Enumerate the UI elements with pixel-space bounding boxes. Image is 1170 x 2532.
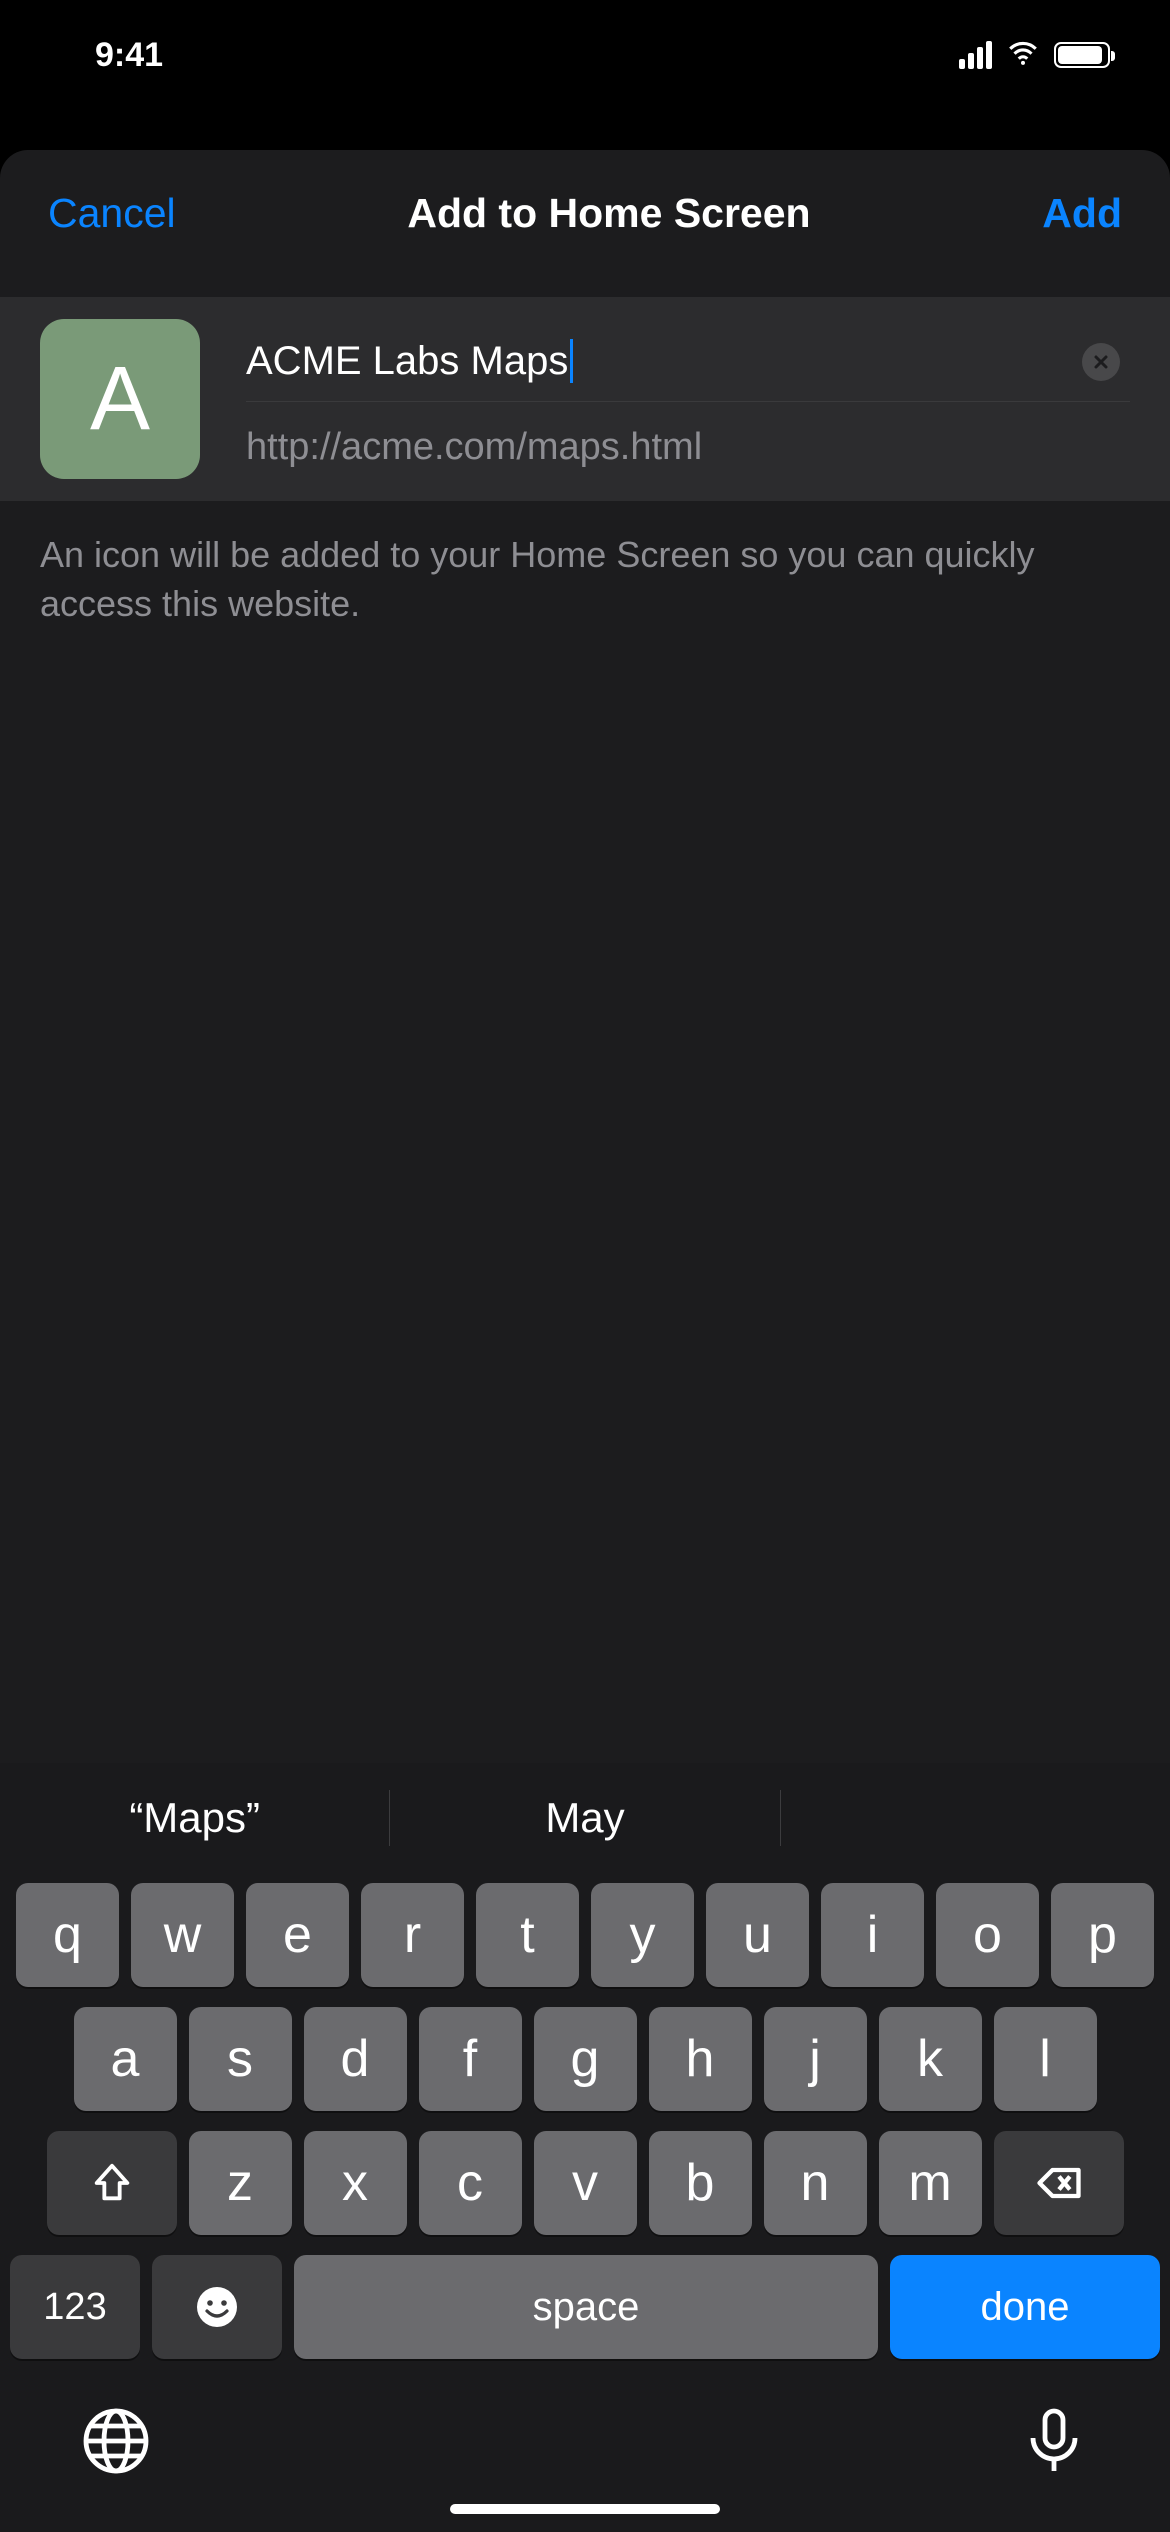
key-v[interactable]: v — [534, 2131, 637, 2235]
add-button[interactable]: Add — [1042, 190, 1122, 237]
suggestions-bar: “Maps” May — [0, 1763, 1170, 1873]
key-p[interactable]: p — [1051, 1883, 1154, 1987]
key-rows: q w e r t y u i o p a s d f g h j k l — [0, 1873, 1170, 2235]
title-input-value: ACME Labs Maps — [246, 339, 568, 383]
key-j[interactable]: j — [764, 2007, 867, 2111]
hint-text: An icon will be added to your Home Scree… — [0, 501, 1170, 658]
key-y[interactable]: y — [591, 1883, 694, 1987]
done-key[interactable]: done — [890, 2255, 1160, 2359]
key-m[interactable]: m — [879, 2131, 982, 2235]
key-h[interactable]: h — [649, 2007, 752, 2111]
suggestion-1[interactable]: “Maps” — [0, 1763, 389, 1873]
wifi-icon — [1006, 36, 1040, 75]
text-cursor — [570, 339, 573, 383]
key-o[interactable]: o — [936, 1883, 1039, 1987]
emoji-key[interactable] — [152, 2255, 282, 2359]
key-x[interactable]: x — [304, 2131, 407, 2235]
site-icon: A — [40, 319, 200, 479]
status-time: 9:41 — [95, 36, 163, 75]
key-z[interactable]: z — [189, 2131, 292, 2235]
key-c[interactable]: c — [419, 2131, 522, 2235]
url-text: http://acme.com/maps.html — [246, 402, 1130, 475]
key-row-2: a s d f g h j k l — [10, 2007, 1160, 2111]
suggestion-2[interactable]: May — [390, 1763, 779, 1873]
cancel-button[interactable]: Cancel — [48, 190, 176, 237]
home-indicator[interactable] — [450, 2504, 720, 2514]
key-e[interactable]: e — [246, 1883, 349, 1987]
key-row-bottom: 123 space done — [0, 2255, 1170, 2375]
key-t[interactable]: t — [476, 1883, 579, 1987]
sheet: Cancel Add to Home Screen Add A ACME Lab… — [0, 150, 1170, 2532]
clear-text-button[interactable] — [1082, 343, 1120, 381]
key-i[interactable]: i — [821, 1883, 924, 1987]
key-l[interactable]: l — [994, 2007, 1097, 2111]
shift-key[interactable] — [47, 2131, 177, 2235]
key-w[interactable]: w — [131, 1883, 234, 1987]
form-section: A ACME Labs Maps http://acme.com/maps.ht… — [0, 297, 1170, 501]
nav-bar: Cancel Add to Home Screen Add — [0, 150, 1170, 297]
form-fields: ACME Labs Maps http://acme.com/maps.html — [246, 323, 1130, 475]
key-f[interactable]: f — [419, 2007, 522, 2111]
status-bar: 9:41 — [0, 0, 1170, 110]
key-s[interactable]: s — [189, 2007, 292, 2111]
key-u[interactable]: u — [706, 1883, 809, 1987]
key-q[interactable]: q — [16, 1883, 119, 1987]
keyboard: “Maps” May q w e r t y u i o p a s d — [0, 1763, 1170, 2532]
key-d[interactable]: d — [304, 2007, 407, 2111]
space-key[interactable]: space — [294, 2255, 878, 2359]
microphone-icon[interactable] — [1018, 2405, 1090, 2482]
key-g[interactable]: g — [534, 2007, 637, 2111]
backspace-key[interactable] — [994, 2131, 1124, 2235]
cellular-signal-icon — [959, 41, 992, 69]
key-b[interactable]: b — [649, 2131, 752, 2235]
globe-icon[interactable] — [80, 2405, 152, 2482]
page-title: Add to Home Screen — [407, 190, 810, 237]
title-input[interactable]: ACME Labs Maps — [246, 323, 573, 401]
key-row-1: q w e r t y u i o p — [10, 1883, 1160, 1987]
key-r[interactable]: r — [361, 1883, 464, 1987]
status-icons — [959, 36, 1110, 75]
numbers-key[interactable]: 123 — [10, 2255, 140, 2359]
suggestion-3[interactable] — [781, 1763, 1170, 1873]
key-k[interactable]: k — [879, 2007, 982, 2111]
key-row-3: z x c v b n m — [10, 2131, 1160, 2235]
key-a[interactable]: a — [74, 2007, 177, 2111]
key-n[interactable]: n — [764, 2131, 867, 2235]
battery-icon — [1054, 42, 1110, 68]
